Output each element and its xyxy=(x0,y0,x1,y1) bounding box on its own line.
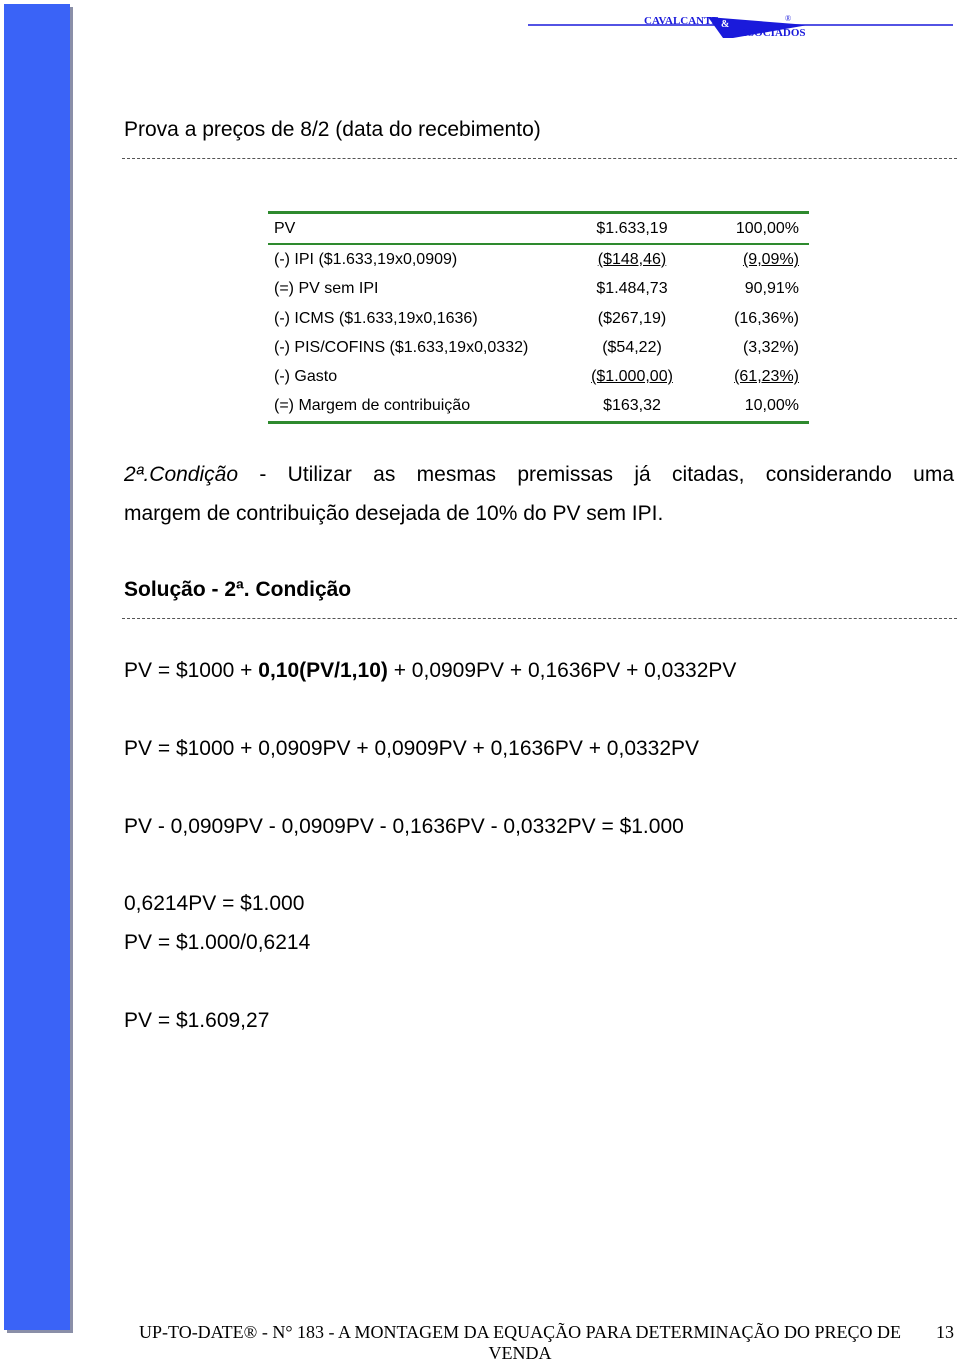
eq-part: PV = $1000 + xyxy=(124,659,259,682)
logo-amp: & xyxy=(721,19,729,30)
calc-table: PV $1.633,19 100,00% (-) IPI ($1.633,19x0,… xyxy=(268,211,809,425)
row-pct: 10,00% xyxy=(744,397,799,415)
row-pct: 90,91% xyxy=(744,280,799,298)
equation-3: PV - 0,0909PV - 0,0909PV - 0,1636PV - 0,… xyxy=(124,815,684,838)
row-pct: (3,32%) xyxy=(742,338,799,356)
row-label: PV xyxy=(268,212,571,246)
table-row: (=) Margem de contribuição $163,32 10,00% xyxy=(268,392,809,423)
logo-line2: ASSOCIADOS xyxy=(734,27,806,39)
table-row: (-) PIS/COFINS ($1.633,19x0,0332) ($54,22… xyxy=(268,333,809,362)
row-label: (-) ICMS ($1.633,19x0,1636) xyxy=(274,309,478,327)
table-row: (-) ICMS ($1.633,19x0,1636) ($267,19) (16,… xyxy=(268,304,809,333)
row-value: ($1.000,00) xyxy=(591,368,673,386)
equation-6: PV = $1.609,27 xyxy=(124,1009,270,1032)
row-value: ($267,19) xyxy=(597,309,667,327)
logo-line1: CAVALCANTE xyxy=(644,15,719,27)
company-logo: CAVALCANTE & ASSOCIADOS ® xyxy=(528,10,958,42)
table-row: PV $1.633,19 100,00% xyxy=(268,212,809,246)
row-value: $1.633,19 xyxy=(571,212,693,246)
divider xyxy=(122,618,957,619)
condition-line1: 2ª.Condição - Utilizar as mesmas premiss… xyxy=(124,455,954,495)
solution-title: Solução - 2ª. Condição xyxy=(124,578,352,601)
row-pct: 100,00% xyxy=(693,212,809,246)
eq-part: + 0,0909PV + 0,1636PV + 0,0332PV xyxy=(387,659,737,682)
row-label: (=) PV sem IPI xyxy=(274,280,379,298)
equation-1: PV = $1000 + 0,10(PV/1,10) + 0,0909PV + … xyxy=(124,659,736,683)
row-value: ($148,46) xyxy=(597,250,667,268)
eq-bold-part: 0,10(PV/1,10) xyxy=(258,659,388,682)
row-pct: (16,36%) xyxy=(734,309,799,327)
logo-reg: ® xyxy=(785,14,791,23)
row-value: $1.484,73 xyxy=(596,280,668,298)
row-pct: (61,23%) xyxy=(734,368,799,386)
footer: UP-TO-DATE® - N° 183 - A MONTAGEM DA EQU… xyxy=(120,1322,960,1364)
row-pct: (9,09%) xyxy=(742,250,799,268)
condition-line2: margem de contribuição desejada de 10% d… xyxy=(124,502,664,525)
row-label: (=) Margem de contribuição xyxy=(274,397,471,415)
row-value: $163,32 xyxy=(603,397,661,415)
table-row: (=) PV sem IPI $1.484,73 90,91% xyxy=(268,275,809,304)
equation-5: PV = $1.000/0,6214 xyxy=(124,931,311,954)
section-title: Prova a preços de 8/2 (data do recebimen… xyxy=(124,118,541,141)
condition-label: 2ª.Condição xyxy=(124,463,239,486)
condition-text: - Utilizar as mesmas premissas já citada… xyxy=(238,463,954,486)
row-label: (-) PIS/COFINS ($1.633,19x0,0332) xyxy=(274,338,529,356)
row-label: (-) IPI ($1.633,19x0,0909) xyxy=(274,250,458,268)
row-value: ($54,22) xyxy=(602,338,662,356)
page-number: 13 xyxy=(936,1322,954,1342)
sidebar-decoration xyxy=(4,4,70,1330)
table-row: (-) Gasto ($1.000,00) (61,23%) xyxy=(268,362,809,391)
footer-text: UP-TO-DATE® - N° 183 - A MONTAGEM DA EQU… xyxy=(139,1322,901,1363)
equation-4: 0,6214PV = $1.000 xyxy=(124,892,305,915)
table-row: (-) IPI ($1.633,19x0,0909) ($148,46) (9,09… xyxy=(268,244,809,274)
divider xyxy=(122,158,957,159)
row-label: (-) Gasto xyxy=(274,368,338,386)
equation-2: PV = $1000 + 0,0909PV + 0,0909PV + 0,163… xyxy=(124,737,700,760)
